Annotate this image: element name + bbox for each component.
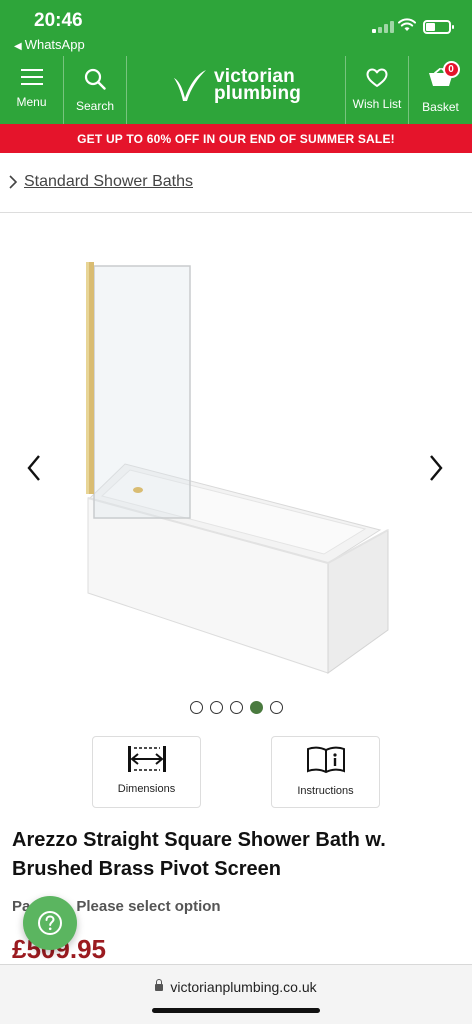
basket-count-badge: 0 bbox=[442, 61, 460, 78]
carousel-dots bbox=[0, 701, 472, 715]
dimensions-icon bbox=[127, 746, 166, 772]
carousel-dot[interactable] bbox=[249, 701, 263, 714]
manual-book-icon bbox=[306, 746, 345, 774]
hamburger-icon bbox=[20, 69, 43, 85]
carousel-dot[interactable] bbox=[229, 701, 243, 714]
promo-text: GET UP TO 60% OFF IN OUR END OF SUMMER S… bbox=[77, 131, 395, 146]
menu-button[interactable]: Menu bbox=[0, 56, 63, 124]
wishlist-label: Wish List bbox=[352, 97, 402, 111]
search-icon bbox=[84, 68, 106, 90]
option-text: Please select option bbox=[76, 898, 221, 915]
carousel-dot[interactable] bbox=[189, 701, 203, 714]
heart-icon bbox=[366, 68, 388, 87]
site-header: Menu Search victorian plumbing Wish List bbox=[0, 56, 472, 124]
product-image bbox=[86, 262, 389, 674]
status-bar: 20:46 ◀ WhatsApp bbox=[0, 0, 472, 56]
product-title: Arezzo Straight Square Shower Bath w. Br… bbox=[12, 829, 386, 880]
carousel-dot[interactable] bbox=[209, 701, 223, 714]
status-time: 20:46 bbox=[34, 10, 83, 31]
home-indicator[interactable] bbox=[152, 1008, 320, 1013]
logo[interactable]: victorian plumbing bbox=[172, 67, 302, 104]
divider bbox=[0, 212, 472, 213]
header-divider bbox=[126, 56, 127, 124]
back-app-label: WhatsApp bbox=[24, 37, 85, 52]
gallery-prev-button[interactable] bbox=[18, 452, 50, 484]
url-display[interactable]: victorianplumbing.co.uk bbox=[0, 979, 472, 995]
instructions-button[interactable]: Instructions bbox=[271, 736, 380, 808]
dimensions-label: Dimensions bbox=[117, 783, 176, 795]
logo-line-2: plumbing bbox=[214, 83, 302, 104]
chevron-right-icon bbox=[9, 175, 18, 189]
menu-label: Menu bbox=[16, 95, 47, 109]
basket-icon-wrap: 0 bbox=[428, 61, 460, 91]
search-button[interactable]: Search bbox=[64, 56, 126, 124]
product-gallery[interactable] bbox=[0, 214, 472, 694]
wifi-icon bbox=[398, 18, 416, 31]
logo-tick-icon bbox=[174, 70, 206, 101]
battery-icon bbox=[423, 20, 454, 34]
breadcrumb-link[interactable]: Standard Shower Baths bbox=[24, 173, 193, 191]
basket-label: Basket bbox=[422, 100, 459, 114]
wishlist-button[interactable]: Wish List bbox=[346, 56, 408, 124]
chevron-right-icon bbox=[430, 455, 443, 481]
promo-banner[interactable]: GET UP TO 60% OFF IN OUR END OF SUMMER S… bbox=[0, 124, 472, 153]
lock-icon bbox=[155, 979, 164, 991]
url-text: victorianplumbing.co.uk bbox=[170, 979, 317, 995]
instructions-label: Instructions bbox=[297, 785, 354, 797]
help-button[interactable] bbox=[23, 896, 77, 950]
breadcrumb: Standard Shower Baths bbox=[0, 164, 472, 200]
basket-button[interactable]: 0 Basket bbox=[409, 56, 472, 124]
question-icon bbox=[38, 911, 62, 935]
logo-wordmark: victorian plumbing bbox=[214, 67, 302, 104]
back-triangle-icon: ◀ bbox=[14, 41, 22, 52]
back-to-app[interactable]: ◀ WhatsApp bbox=[14, 37, 85, 52]
gallery-next-button[interactable] bbox=[420, 452, 452, 484]
dimensions-button[interactable]: Dimensions bbox=[92, 736, 201, 808]
chevron-left-icon bbox=[27, 455, 40, 481]
signal-icon bbox=[372, 21, 394, 33]
browser-url-bar[interactable]: victorianplumbing.co.uk bbox=[0, 964, 472, 1024]
carousel-dot[interactable] bbox=[269, 701, 283, 714]
search-label: Search bbox=[75, 99, 115, 113]
